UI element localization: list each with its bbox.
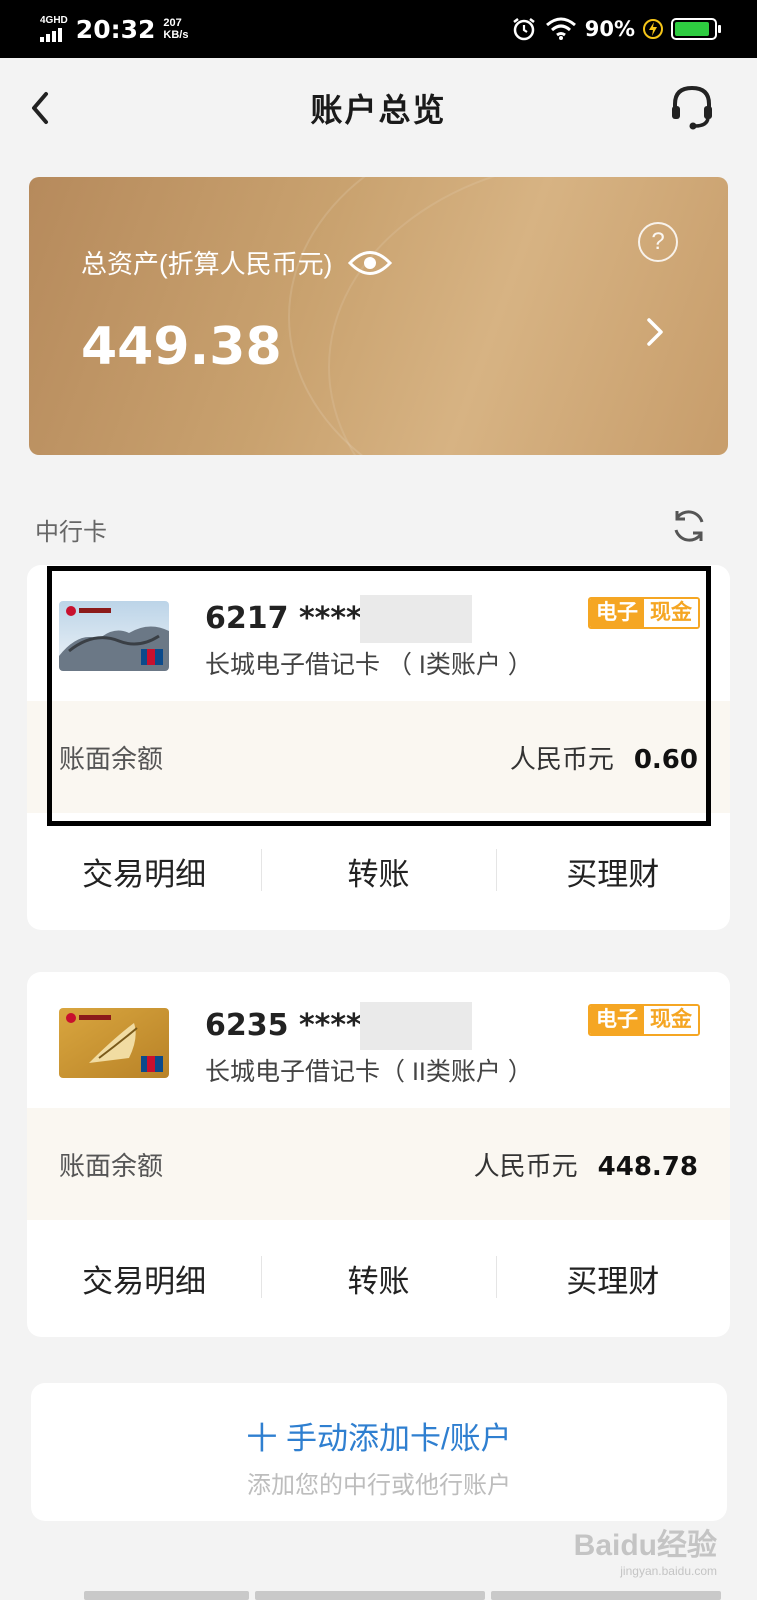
balance-amount: 448.78 — [597, 1151, 698, 1182]
add-card-title: 十 手动添加卡/账户 — [246, 1421, 512, 1456]
total-assets-card[interactable]: 总资产(折算人民币元) 449.38 ? — [29, 177, 728, 455]
status-left: 4GHD 20:32 207 KB/s — [40, 15, 188, 44]
balance-row: 账面余额 人民币元 448.78 — [27, 1108, 730, 1220]
net-speed-value: 207 — [163, 17, 182, 29]
card-thumbnail — [59, 1008, 169, 1078]
net-speed-unit: KB/s — [163, 29, 189, 41]
transaction-details-button[interactable]: 交易明细 — [27, 849, 261, 894]
alarm-icon — [512, 18, 535, 41]
buy-wealth-button[interactable]: 买理财 — [495, 849, 730, 894]
buy-wealth-button[interactable]: 买理财 — [495, 1256, 730, 1301]
transfer-button[interactable]: 转账 — [261, 849, 495, 894]
battery-percent: 90% — [584, 17, 635, 41]
status-right: 90% — [511, 16, 721, 42]
refresh-icon[interactable] — [669, 506, 709, 546]
balance-label: 账面余额 — [59, 1150, 164, 1181]
total-assets-value: 449.38 — [81, 317, 282, 377]
watermark: Baidu经验 jingyan.baidu.com — [573, 1529, 717, 1578]
page-title: 账户总览 — [310, 92, 447, 128]
highlight-box — [47, 566, 711, 826]
card-name: 长城电子借记卡（ II类账户 ） — [205, 1058, 533, 1086]
total-assets-row: 总资产(折算人民币元) — [81, 244, 393, 281]
network-type: 4GHD — [40, 15, 68, 26]
total-assets-label: 总资产(折算人民币元) — [81, 249, 333, 279]
bottom-tab-hints — [84, 1591, 721, 1600]
transfer-button[interactable]: 转账 — [261, 1256, 495, 1301]
add-card-subtitle: 添加您的中行或他行账户 — [247, 1472, 511, 1499]
help-icon[interactable]: ? — [638, 222, 678, 262]
nav-header: 账户总览 — [0, 58, 757, 158]
card-actions: 交易明细 转账 买理财 — [27, 1220, 730, 1337]
section-title: 中行卡 — [35, 519, 107, 546]
bank-card-2[interactable]: 6235 ****** 长城电子借记卡（ II类账户 ） 电子 现金 账面余额 … — [27, 972, 730, 1337]
back-button[interactable] — [22, 86, 62, 130]
signal-icon — [40, 28, 62, 42]
ecash-badge: 电子 现金 — [588, 1004, 700, 1036]
customer-service-icon[interactable] — [667, 82, 717, 132]
balance-currency: 人民币元 — [473, 1150, 578, 1181]
wifi-icon — [545, 17, 576, 40]
net-speed: 207 KB/s — [163, 17, 188, 41]
charging-icon — [643, 19, 663, 39]
redaction-mask — [360, 1002, 472, 1050]
transaction-details-button[interactable]: 交易明细 — [27, 1256, 261, 1301]
card-header: 6235 ****** 长城电子借记卡（ II类账户 ） 电子 现金 — [27, 972, 730, 1108]
battery-icon — [671, 18, 721, 40]
add-card-button[interactable]: 十 手动添加卡/账户 添加您的中行或他行账户 — [31, 1383, 727, 1521]
card-actions: 交易明细 转账 买理财 — [27, 813, 730, 930]
chevron-right-icon[interactable] — [642, 312, 668, 352]
network-indicator: 4GHD — [40, 16, 68, 42]
eye-icon[interactable] — [348, 248, 393, 278]
clock: 20:32 — [75, 14, 156, 44]
status-bar: 4GHD 20:32 207 KB/s 90% — [0, 0, 757, 58]
